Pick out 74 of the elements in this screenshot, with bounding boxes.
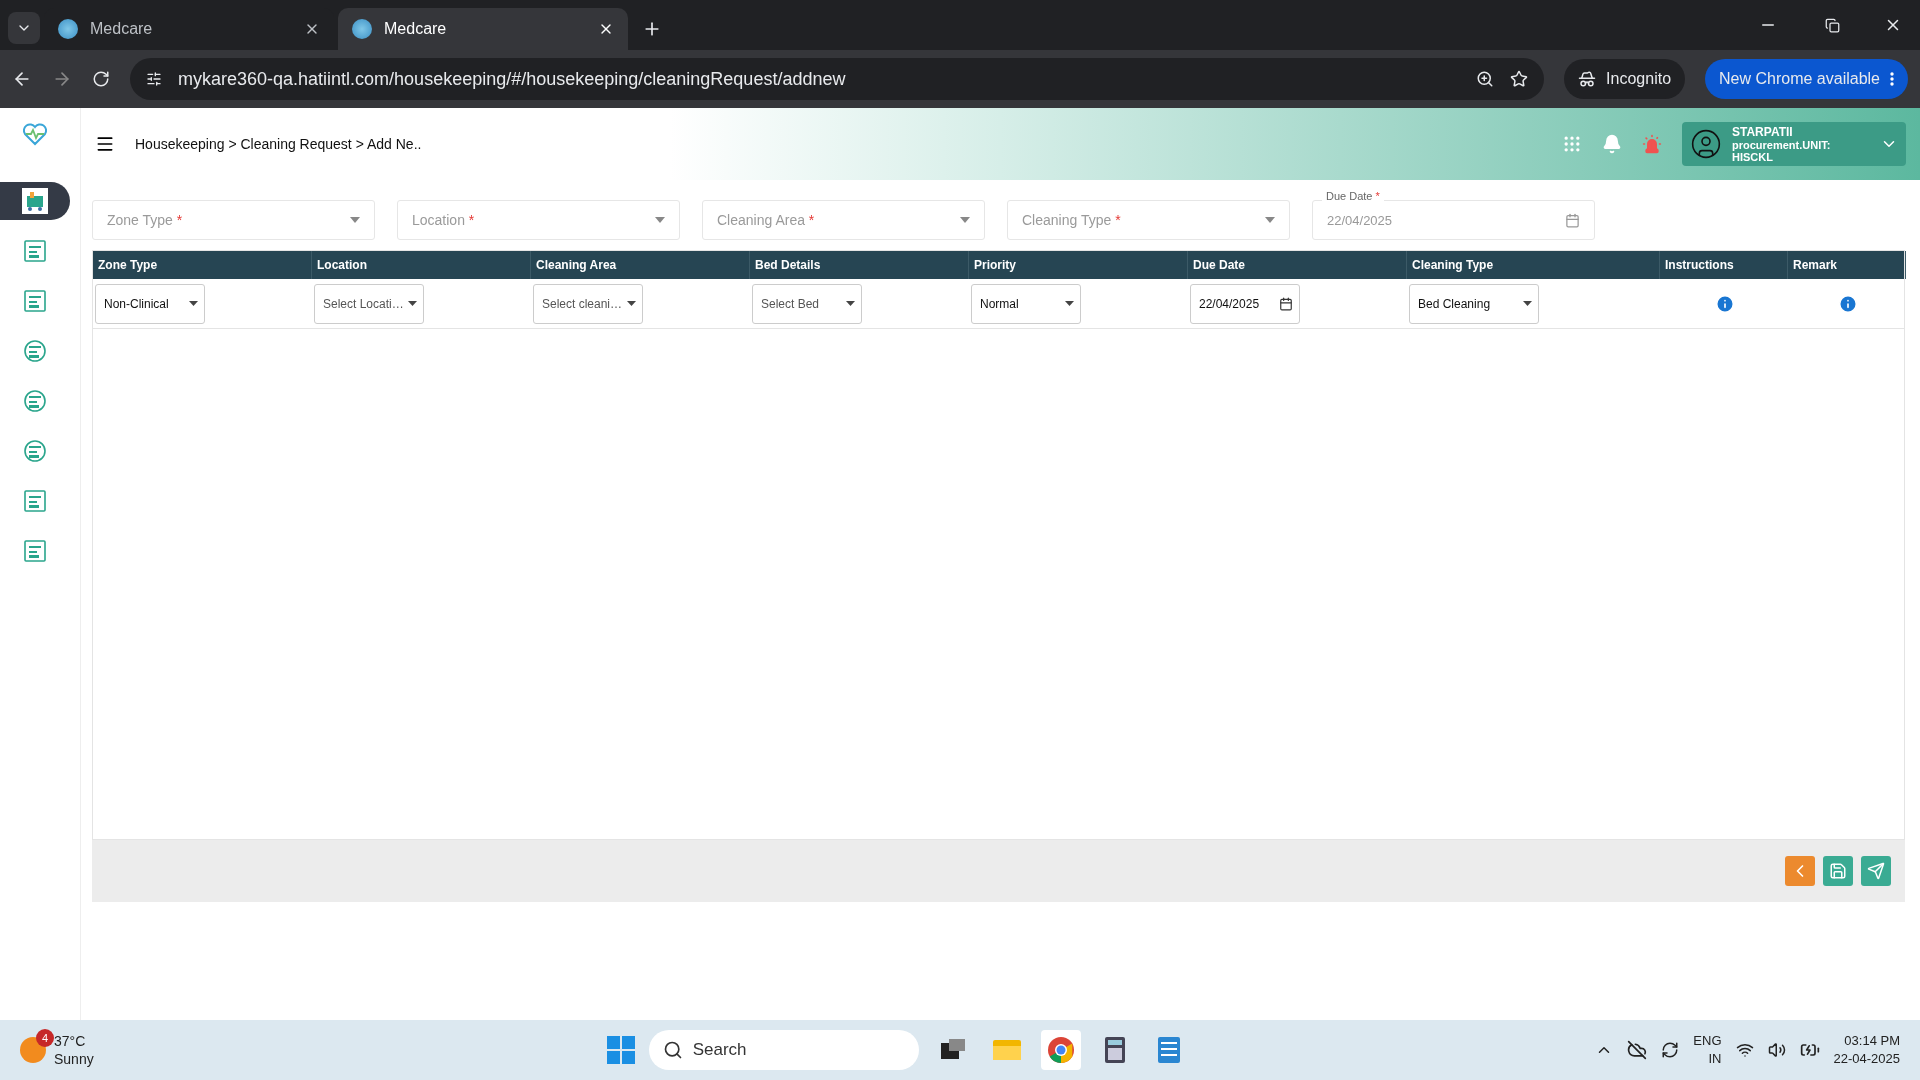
breadcrumb: Housekeeping > Cleaning Request > Add Ne.. <box>135 136 423 152</box>
cleaning-cart-icon[interactable] <box>22 188 48 214</box>
cell-select[interactable]: Non-Clinical <box>95 283 205 324</box>
wifi-icon[interactable] <box>1735 1041 1754 1059</box>
column-header: Bed Details <box>750 251 969 279</box>
send-button[interactable] <box>1861 856 1891 886</box>
column-header: Cleaning Type <box>1407 251 1660 279</box>
favicon-icon <box>58 19 78 39</box>
sidebar-item[interactable] <box>0 182 70 220</box>
sync-icon[interactable] <box>1661 1041 1680 1059</box>
column-header: Remark <box>1788 251 1906 279</box>
caret-icon <box>1265 217 1275 223</box>
caret-icon <box>350 217 360 223</box>
region[interactable]: IN <box>1693 1050 1722 1068</box>
due-date-label: Due Date * <box>1322 190 1384 202</box>
menu-icon[interactable] <box>95 134 115 154</box>
windows-start-icon[interactable] <box>606 1036 635 1064</box>
tab-search-button[interactable] <box>8 12 40 44</box>
cloud-off-icon[interactable] <box>1627 1040 1648 1060</box>
update-button[interactable]: New Chrome available <box>1705 59 1908 99</box>
incognito-button[interactable]: Incognito <box>1564 59 1686 99</box>
weather-condition: Sunny <box>54 1050 94 1068</box>
caret-icon <box>960 217 970 223</box>
temperature: 37°C <box>54 1032 87 1050</box>
cell-select[interactable]: Bed Cleaning <box>1409 283 1539 324</box>
filter-select[interactable]: Location * <box>397 200 680 240</box>
caret-icon <box>846 301 855 306</box>
chrome-icon[interactable] <box>1040 1030 1081 1070</box>
url-text: mykare360-qa.hatiintl.com/housekeeping/#/housekeeping/cleaningRequest/addnew <box>178 68 847 90</box>
back-button[interactable] <box>1785 856 1815 886</box>
clock-date[interactable]: 22-04-2025 <box>1833 1050 1900 1068</box>
column-header: Cleaning Area <box>531 251 750 279</box>
info-icon[interactable] <box>1838 293 1858 314</box>
column-header: Instructions <box>1660 251 1788 279</box>
filter-select[interactable]: Cleaning Area * <box>702 200 985 240</box>
info-icon[interactable] <box>1715 293 1735 314</box>
filter-select[interactable]: Zone Type * <box>92 200 375 240</box>
bookmark-icon[interactable] <box>1510 70 1529 88</box>
zoom-icon[interactable] <box>1476 70 1495 88</box>
taskbar-search[interactable]: Search <box>648 1030 919 1070</box>
restore-icon[interactable] <box>1825 18 1840 33</box>
column-header: Priority <box>969 251 1188 279</box>
reload-icon[interactable] <box>92 70 110 88</box>
more-icon <box>1890 72 1894 86</box>
save-icon <box>1829 862 1847 880</box>
date-input[interactable]: 22/04/2025 <box>1190 283 1300 324</box>
address-bar[interactable]: mykare360-qa.hatiintl.com/housekeeping/#/housekeeping/cleaningRequest/addnew <box>130 58 1545 100</box>
notification-badge: 4 <box>36 1029 54 1047</box>
heart-logo-icon <box>22 122 48 146</box>
caret-icon <box>655 217 665 223</box>
favicon-icon <box>352 19 372 39</box>
search-icon <box>662 1040 683 1060</box>
column-header: Location <box>312 251 531 279</box>
language[interactable]: ENG <box>1693 1032 1722 1050</box>
caret-icon <box>1523 301 1532 306</box>
caret-icon <box>408 301 417 306</box>
cell-select[interactable]: Select Locati… <box>314 283 424 324</box>
send-icon <box>1867 862 1885 880</box>
cell-select[interactable]: Normal <box>971 283 1081 324</box>
caret-icon <box>1065 301 1074 306</box>
incognito-icon <box>1578 70 1597 88</box>
avatar-icon <box>1690 128 1722 160</box>
volume-icon[interactable] <box>1767 1041 1786 1059</box>
caret-icon <box>189 301 198 306</box>
save-button[interactable] <box>1823 856 1853 886</box>
column-header: Zone Type <box>93 251 312 279</box>
site-info-icon[interactable] <box>146 71 162 87</box>
filter-select[interactable]: Cleaning Type * <box>1007 200 1290 240</box>
cell-select[interactable]: Select cleani… <box>533 283 643 324</box>
browser-tab[interactable]: Medcare <box>338 8 628 50</box>
caret-icon <box>627 301 636 306</box>
column-header: Due Date <box>1188 251 1407 279</box>
clock-time[interactable]: 03:14 PM <box>1833 1032 1900 1050</box>
cell-select[interactable]: Select Bed <box>752 283 862 324</box>
